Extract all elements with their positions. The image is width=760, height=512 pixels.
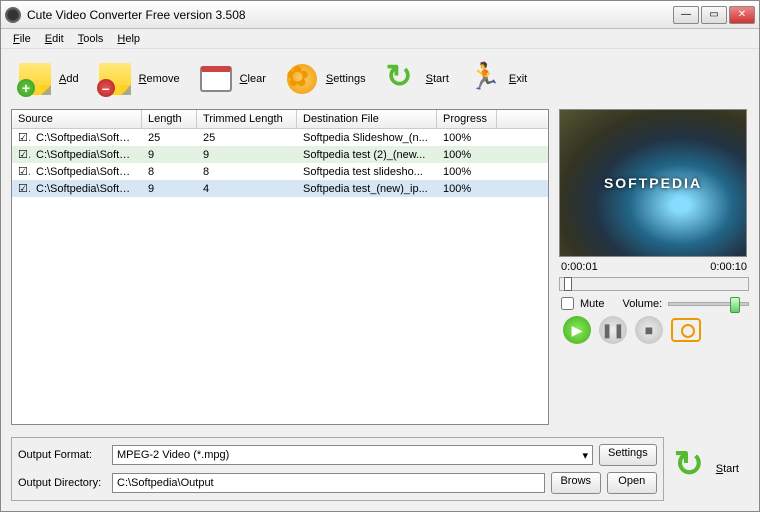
menubar: File Edit Tools Help (1, 29, 759, 49)
start-button[interactable]: Start (378, 57, 453, 101)
menu-edit[interactable]: Edit (39, 31, 70, 47)
file-list[interactable]: Source Length Trimmed Length Destination… (11, 109, 549, 425)
output-format-label: Output Format: (18, 449, 106, 461)
output-dir-field[interactable]: C:\Softpedia\Output (112, 473, 545, 493)
gear-icon (287, 64, 317, 94)
minimize-button[interactable]: — (673, 6, 699, 24)
mute-checkbox[interactable] (561, 297, 574, 310)
time-current: 0:00:01 (561, 261, 598, 273)
toolbar: + Add – Remove Clear Settings Start Exit (1, 49, 759, 109)
clear-icon (200, 66, 232, 92)
col-length[interactable]: Length (142, 110, 197, 128)
cycle-icon (674, 451, 710, 487)
plus-icon: + (17, 79, 35, 97)
row-checkbox[interactable]: ☑ (12, 147, 30, 162)
maximize-button[interactable]: ▭ (701, 6, 727, 24)
settings-button[interactable]: Settings (278, 57, 370, 101)
stop-button[interactable]: ■ (635, 316, 663, 344)
menu-tools[interactable]: Tools (72, 31, 110, 47)
output-format-select[interactable]: MPEG-2 Video (*.mpg)▾ (112, 445, 593, 465)
menu-help[interactable]: Help (111, 31, 146, 47)
col-source[interactable]: Source (12, 110, 142, 128)
exit-icon (471, 63, 499, 95)
table-row[interactable]: ☑ C:\Softpedia\Softpedi... 9 4 Softpedia… (12, 180, 548, 197)
row-checkbox[interactable]: ☑ (12, 164, 30, 179)
video-preview[interactable]: SOFTPEDIA (559, 109, 747, 257)
volume-label: Volume: (622, 298, 662, 310)
start-bottom-button[interactable]: Start (674, 437, 749, 501)
list-header: Source Length Trimmed Length Destination… (12, 110, 548, 129)
clear-button[interactable]: Clear (192, 57, 270, 101)
volume-slider[interactable] (668, 302, 749, 306)
col-dest[interactable]: Destination File (297, 110, 437, 128)
preview-pane: SOFTPEDIA 0:00:01 0:00:10 Mute Volume: ▶… (559, 109, 749, 425)
table-row[interactable]: ☑ C:\Softpedia\Softpedi... 8 8 Softpedia… (12, 163, 548, 180)
seek-slider[interactable] (559, 277, 749, 291)
output-settings-button[interactable]: Settings (599, 444, 657, 466)
col-progress[interactable]: Progress (437, 110, 497, 128)
row-checkbox[interactable]: ☑ (12, 130, 30, 145)
output-dir-label: Output Directory: (18, 477, 106, 489)
row-checkbox[interactable]: ☑ (12, 181, 30, 196)
table-row[interactable]: ☑ C:\Softpedia\Softpedi... 25 25 Softped… (12, 129, 548, 146)
close-button[interactable]: ✕ (729, 6, 755, 24)
exit-button[interactable]: Exit (461, 57, 531, 101)
col-trimmed[interactable]: Trimmed Length (197, 110, 297, 128)
mute-label: Mute (580, 298, 604, 310)
snapshot-button[interactable] (671, 318, 701, 342)
minus-icon: – (97, 79, 115, 97)
preview-watermark: SOFTPEDIA (560, 110, 746, 256)
play-button[interactable]: ▶ (563, 316, 591, 344)
table-row[interactable]: ☑ C:\Softpedia\Softpedi... 9 9 Softpedia… (12, 146, 548, 163)
remove-button[interactable]: – Remove (91, 57, 184, 101)
menu-file[interactable]: File (7, 31, 37, 47)
output-panel: Output Format: MPEG-2 Video (*.mpg)▾ Set… (11, 437, 664, 501)
app-icon (5, 7, 21, 23)
window-title: Cute Video Converter Free version 3.508 (27, 8, 673, 22)
browse-button[interactable]: Brows (551, 472, 601, 494)
titlebar: Cute Video Converter Free version 3.508 … (1, 1, 759, 29)
cycle-icon (386, 63, 418, 95)
pause-button[interactable]: ❚❚ (599, 316, 627, 344)
time-total: 0:00:10 (710, 261, 747, 273)
open-button[interactable]: Open (607, 472, 657, 494)
add-button[interactable]: + Add (11, 57, 83, 101)
